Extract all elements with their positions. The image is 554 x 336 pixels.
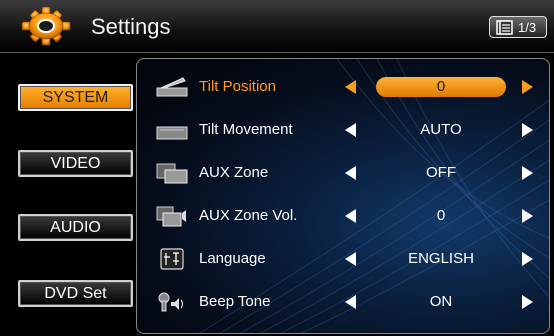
increase-arrow-icon[interactable]	[522, 295, 533, 309]
settings-panel: Tilt Position 0 Tilt Movement AUTO AUX Z…	[136, 58, 550, 334]
language-icon	[160, 248, 184, 270]
settings-screen: Settings 1/3 SYSTEM VIDEO AUDIO DVD Set	[0, 0, 554, 336]
setting-value: 0	[436, 207, 446, 224]
nav-dvd-set-button[interactable]: DVD Set	[18, 280, 133, 307]
decrease-arrow-icon[interactable]	[345, 80, 356, 94]
setting-row-language[interactable]: Language ENGLISH	[137, 239, 549, 279]
tilt-movement-icon	[156, 126, 188, 140]
increase-arrow-icon[interactable]	[522, 252, 533, 266]
increase-arrow-icon[interactable]	[522, 80, 533, 94]
page-indicator-button[interactable]: 1/3	[489, 16, 547, 38]
setting-row-tilt-movement[interactable]: Tilt Movement AUTO	[137, 110, 549, 150]
page-indicator-label: 1/3	[518, 20, 537, 35]
setting-row-tilt-position[interactable]: Tilt Position 0	[137, 67, 549, 107]
nav-system-button[interactable]: SYSTEM	[18, 84, 133, 111]
setting-value: OFF	[426, 164, 456, 181]
setting-label: Tilt Movement	[199, 121, 293, 138]
decrease-arrow-icon[interactable]	[345, 166, 356, 180]
setting-label: Tilt Position	[199, 78, 276, 95]
beep-tone-icon	[158, 292, 184, 312]
aux-zone-icon	[156, 163, 188, 184]
setting-row-aux-zone-vol[interactable]: AUX Zone Vol. 0	[137, 196, 549, 236]
setting-label: Beep Tone	[199, 293, 271, 310]
tilt-position-icon	[156, 77, 188, 97]
aux-zone-volume-icon	[156, 206, 186, 227]
pages-icon	[496, 20, 513, 35]
gear-icon	[21, 6, 71, 46]
setting-row-beep-tone[interactable]: Beep Tone ON	[137, 282, 549, 322]
header-bar: Settings 1/3	[0, 0, 554, 53]
page-title: Settings	[91, 14, 171, 39]
nav-video-button[interactable]: VIDEO	[18, 150, 133, 177]
increase-arrow-icon[interactable]	[522, 166, 533, 180]
nav-audio-button[interactable]: AUDIO	[18, 214, 133, 241]
decrease-arrow-icon[interactable]	[345, 209, 356, 223]
setting-value: 0	[376, 77, 506, 97]
decrease-arrow-icon[interactable]	[345, 295, 356, 309]
increase-arrow-icon[interactable]	[522, 209, 533, 223]
setting-label: AUX Zone Vol.	[199, 207, 298, 224]
setting-value: ON	[429, 293, 453, 310]
decrease-arrow-icon[interactable]	[345, 252, 356, 266]
decrease-arrow-icon[interactable]	[345, 123, 356, 137]
setting-row-aux-zone[interactable]: AUX Zone OFF	[137, 153, 549, 193]
setting-value: AUTO	[420, 121, 462, 138]
setting-label: AUX Zone	[199, 164, 269, 181]
setting-label: Language	[199, 250, 266, 267]
increase-arrow-icon[interactable]	[522, 123, 533, 137]
setting-value: ENGLISH	[408, 250, 474, 267]
